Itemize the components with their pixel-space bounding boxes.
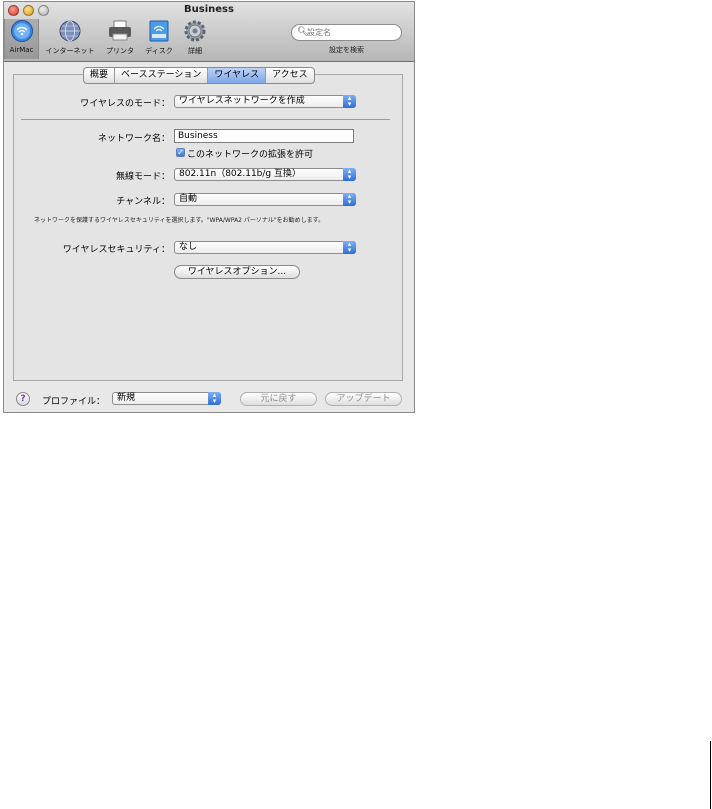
popup-arrows-icon: ▴ ▾ xyxy=(343,95,356,108)
wireless-security-label: ワイヤレスセキュリティ： xyxy=(62,245,170,255)
airport-utility-window: Business AirMac インターネット プリンタ ディスク 詳細 🔍︎ … xyxy=(3,1,415,413)
update-button[interactable]: アップデート xyxy=(325,392,402,406)
tab-summary[interactable]: 概要 xyxy=(84,68,116,83)
channel-value: 自動 xyxy=(179,194,198,204)
channel-popup[interactable]: 自動 ▴ ▾ xyxy=(174,193,356,206)
search-label: 設定を検索 xyxy=(329,46,364,54)
gear-icon xyxy=(182,19,208,43)
tab-wireless[interactable]: ワイヤレス xyxy=(208,68,267,83)
radio-mode-value: 802.11n（802.11b/g 互換） xyxy=(179,169,302,179)
popup-arrows-icon: ▴ ▾ xyxy=(343,241,356,254)
wireless-security-value: なし xyxy=(179,242,198,252)
window-title: Business xyxy=(184,4,234,15)
toolbar-label-advanced: 詳細 xyxy=(188,47,202,55)
revert-button[interactable]: 元に戻す xyxy=(240,392,317,406)
wireless-mode-value: ワイヤレスネットワークを作成 xyxy=(179,96,305,106)
network-name-field[interactable]: Business xyxy=(174,129,354,143)
popup-arrows-icon: ▴ ▾ xyxy=(343,168,356,181)
tab-access[interactable]: アクセス xyxy=(266,68,314,83)
toolbar-label-disk: ディスク xyxy=(145,47,173,55)
profile-value: 新規 xyxy=(117,393,136,403)
tab-base-station[interactable]: ベースステーション xyxy=(115,68,209,83)
separator xyxy=(21,119,390,120)
toolbar-item-printer[interactable]: プリンタ xyxy=(102,19,138,59)
toolbar-item-airmac[interactable]: AirMac xyxy=(4,19,39,59)
extend-network-label: このネットワークの拡張を許可 xyxy=(187,150,314,160)
popup-arrows-icon: ▴ ▾ xyxy=(208,392,221,405)
toolbar: Business AirMac インターネット プリンタ ディスク 詳細 🔍︎ … xyxy=(4,2,414,62)
help-button[interactable]: ? xyxy=(16,392,30,406)
radio-mode-label: 無線モード： xyxy=(115,172,170,182)
network-name-label: ネットワーク名： xyxy=(97,134,170,144)
tab-bar: 概要 ベースステーション ワイヤレス アクセス xyxy=(83,67,315,84)
disk-icon xyxy=(146,19,172,43)
tab-panel xyxy=(13,74,403,381)
toolbar-item-advanced[interactable]: 詳細 xyxy=(180,19,210,59)
toolbar-item-disk[interactable]: ディスク xyxy=(140,19,178,59)
search-input[interactable] xyxy=(307,26,395,39)
security-info-text: ネットワークを保護するワイヤレスセキュリティを選択します。"WPA/WPA2 パ… xyxy=(34,217,325,224)
toolbar-item-internet[interactable]: インターネット xyxy=(40,19,100,59)
radio-mode-popup[interactable]: 802.11n（802.11b/g 互換） ▴ ▾ xyxy=(174,168,356,181)
toolbar-label-airmac: AirMac xyxy=(9,46,34,54)
toolbar-label-internet: インターネット xyxy=(45,47,95,55)
popup-arrows-icon: ▴ ▾ xyxy=(343,193,356,206)
channel-label: チャンネル： xyxy=(116,197,170,207)
profile-label: プロファイル： xyxy=(42,397,106,407)
wireless-mode-label: ワイヤレスのモード： xyxy=(80,99,170,109)
printer-icon xyxy=(107,19,133,43)
content-area: 概要 ベースステーション ワイヤレス アクセス ワイヤレスのモード： ワイヤレス… xyxy=(4,62,414,412)
airmac-icon xyxy=(9,19,35,43)
search-field[interactable]: 🔍︎ xyxy=(291,24,402,41)
globe-icon xyxy=(57,19,83,43)
wireless-options-button[interactable]: ワイヤレスオプション... xyxy=(174,265,300,279)
profile-popup[interactable]: 新規 ▴ ▾ xyxy=(112,392,221,405)
wireless-security-popup[interactable]: なし ▴ ▾ xyxy=(174,241,356,254)
margin-rule xyxy=(710,741,711,809)
extend-network-checkbox[interactable]: ✓ xyxy=(176,148,185,157)
wireless-mode-popup[interactable]: ワイヤレスネットワークを作成 ▴ ▾ xyxy=(174,95,356,108)
toolbar-label-printer: プリンタ xyxy=(106,47,134,55)
